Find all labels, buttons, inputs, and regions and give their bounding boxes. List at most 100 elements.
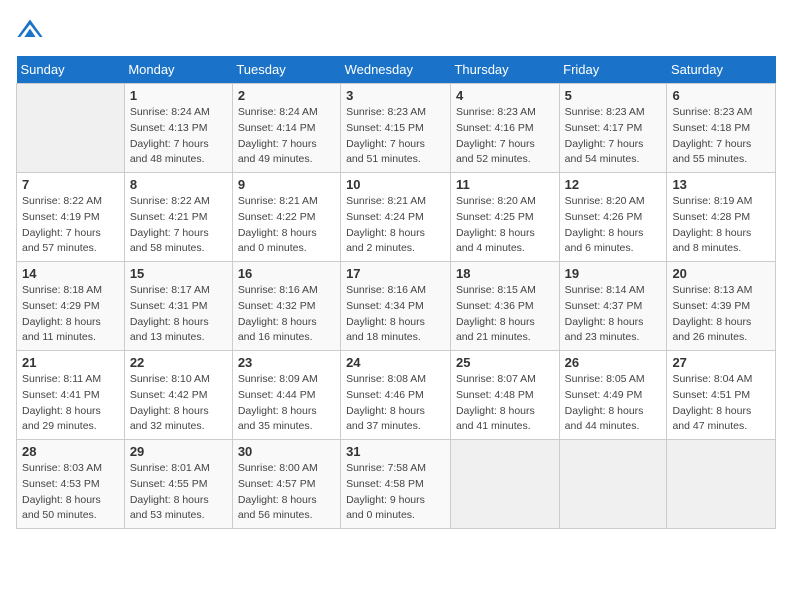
calendar-cell: 30Sunrise: 8:00 AMSunset: 4:57 PMDayligh… xyxy=(232,440,340,529)
calendar-cell: 3 Sunrise: 8:23 AMSunset: 4:15 PMDaylight… xyxy=(341,84,451,173)
day-number: 14 xyxy=(22,266,119,281)
day-info: Sunrise: 8:08 AMSunset: 4:46 PMDaylight:… xyxy=(346,372,445,435)
day-number: 5 xyxy=(565,88,662,103)
day-number: 9 xyxy=(238,177,335,192)
day-number: 16 xyxy=(238,266,335,281)
calendar-cell: 21 Sunrise: 8:11 AMSunset: 4:41 PMDayligh… xyxy=(17,351,125,440)
day-info: Sunrise: 8:11 AMSunset: 4:41 PMDaylight:… xyxy=(22,372,119,435)
day-info: Sunrise: 8:19 AMSunset: 4:28 PMDaylight:… xyxy=(672,194,770,257)
day-info: Sunrise: 8:23 AMSunset: 4:15 PMDaylight:… xyxy=(346,105,445,168)
calendar-cell: 20 Sunrise: 8:13 AMSunset: 4:39 PMDayligh… xyxy=(667,262,776,351)
day-info: Sunrise: 8:05 AMSunset: 4:49 PMDaylight:… xyxy=(565,372,662,435)
day-info: Sunrise: 8:10 AMSunset: 4:42 PMDaylight:… xyxy=(130,372,227,435)
day-info: Sunrise: 8:07 AMSunset: 4:48 PMDaylight:… xyxy=(456,372,554,435)
day-info: Sunrise: 8:22 AMSunset: 4:21 PMDaylight:… xyxy=(130,194,227,257)
calendar-header-wednesday: Wednesday xyxy=(341,56,451,84)
calendar-cell xyxy=(17,84,125,173)
day-number: 15 xyxy=(130,266,227,281)
day-number: 11 xyxy=(456,177,554,192)
day-number: 18 xyxy=(456,266,554,281)
day-info: Sunrise: 8:09 AMSunset: 4:44 PMDaylight:… xyxy=(238,372,335,435)
calendar-cell: 27 Sunrise: 8:04 AMSunset: 4:51 PMDayligh… xyxy=(667,351,776,440)
day-number: 29 xyxy=(130,444,227,459)
day-info: Sunrise: 8:20 AMSunset: 4:26 PMDaylight:… xyxy=(565,194,662,257)
day-number: 19 xyxy=(565,266,662,281)
day-info: Sunrise: 8:21 AMSunset: 4:22 PMDaylight:… xyxy=(238,194,335,257)
calendar-cell: 18 Sunrise: 8:15 AMSunset: 4:36 PMDayligh… xyxy=(450,262,559,351)
day-number: 21 xyxy=(22,355,119,370)
day-number: 28 xyxy=(22,444,119,459)
calendar-cell: 2Sunrise: 8:24 AMSunset: 4:14 PMDaylight… xyxy=(232,84,340,173)
calendar-week-row: 28 Sunrise: 8:03 AMSunset: 4:53 PMDayligh… xyxy=(17,440,776,529)
day-info: Sunrise: 8:18 AMSunset: 4:29 PMDaylight:… xyxy=(22,283,119,346)
day-info: Sunrise: 8:16 AMSunset: 4:34 PMDaylight:… xyxy=(346,283,445,346)
calendar-cell: 28 Sunrise: 8:03 AMSunset: 4:53 PMDayligh… xyxy=(17,440,125,529)
calendar-cell: 7 Sunrise: 8:22 AMSunset: 4:19 PMDaylight… xyxy=(17,173,125,262)
calendar-table: SundayMondayTuesdayWednesdayThursdayFrid… xyxy=(16,56,776,529)
day-info: Sunrise: 8:16 AMSunset: 4:32 PMDaylight:… xyxy=(238,283,335,346)
calendar-cell: 12 Sunrise: 8:20 AMSunset: 4:26 PMDayligh… xyxy=(559,173,667,262)
day-info: Sunrise: 8:23 AMSunset: 4:17 PMDaylight:… xyxy=(565,105,662,168)
day-number: 3 xyxy=(346,88,445,103)
day-info: Sunrise: 8:21 AMSunset: 4:24 PMDaylight:… xyxy=(346,194,445,257)
day-info: Sunrise: 8:14 AMSunset: 4:37 PMDaylight:… xyxy=(565,283,662,346)
calendar-cell: 5 Sunrise: 8:23 AMSunset: 4:17 PMDaylight… xyxy=(559,84,667,173)
day-number: 26 xyxy=(565,355,662,370)
calendar-cell xyxy=(450,440,559,529)
day-number: 4 xyxy=(456,88,554,103)
calendar-cell: 17Sunrise: 8:16 AMSunset: 4:34 PMDayligh… xyxy=(341,262,451,351)
day-info: Sunrise: 8:22 AMSunset: 4:19 PMDaylight:… xyxy=(22,194,119,257)
calendar-header-tuesday: Tuesday xyxy=(232,56,340,84)
logo-icon xyxy=(16,16,44,44)
logo xyxy=(16,16,48,44)
calendar-week-row: 21 Sunrise: 8:11 AMSunset: 4:41 PMDayligh… xyxy=(17,351,776,440)
day-number: 13 xyxy=(672,177,770,192)
calendar-header-row: SundayMondayTuesdayWednesdayThursdayFrid… xyxy=(17,56,776,84)
calendar-cell: 8 Sunrise: 8:22 AMSunset: 4:21 PMDaylight… xyxy=(124,173,232,262)
day-info: Sunrise: 8:20 AMSunset: 4:25 PMDaylight:… xyxy=(456,194,554,257)
day-number: 31 xyxy=(346,444,445,459)
calendar-week-row: 7 Sunrise: 8:22 AMSunset: 4:19 PMDaylight… xyxy=(17,173,776,262)
day-info: Sunrise: 8:24 AMSunset: 4:13 PMDaylight:… xyxy=(130,105,227,168)
calendar-cell: 15 Sunrise: 8:17 AMSunset: 4:31 PMDayligh… xyxy=(124,262,232,351)
day-info: Sunrise: 8:00 AMSunset: 4:57 PMDaylight:… xyxy=(238,461,335,524)
calendar-cell: 25 Sunrise: 8:07 AMSunset: 4:48 PMDayligh… xyxy=(450,351,559,440)
calendar-cell: 1 Sunrise: 8:24 AMSunset: 4:13 PMDaylight… xyxy=(124,84,232,173)
day-info: Sunrise: 8:17 AMSunset: 4:31 PMDaylight:… xyxy=(130,283,227,346)
day-number: 8 xyxy=(130,177,227,192)
calendar-cell: 10 Sunrise: 8:21 AMSunset: 4:24 PMDayligh… xyxy=(341,173,451,262)
calendar-header-sunday: Sunday xyxy=(17,56,125,84)
calendar-header-friday: Friday xyxy=(559,56,667,84)
day-number: 12 xyxy=(565,177,662,192)
calendar-cell: 4Sunrise: 8:23 AMSunset: 4:16 PMDaylight… xyxy=(450,84,559,173)
calendar-cell xyxy=(667,440,776,529)
day-info: Sunrise: 8:13 AMSunset: 4:39 PMDaylight:… xyxy=(672,283,770,346)
calendar-week-row: 1 Sunrise: 8:24 AMSunset: 4:13 PMDaylight… xyxy=(17,84,776,173)
calendar-cell: 13 Sunrise: 8:19 AMSunset: 4:28 PMDayligh… xyxy=(667,173,776,262)
day-info: Sunrise: 8:23 AMSunset: 4:18 PMDaylight:… xyxy=(672,105,770,168)
day-number: 10 xyxy=(346,177,445,192)
day-number: 7 xyxy=(22,177,119,192)
day-info: Sunrise: 8:01 AMSunset: 4:55 PMDaylight:… xyxy=(130,461,227,524)
calendar-header-saturday: Saturday xyxy=(667,56,776,84)
day-number: 1 xyxy=(130,88,227,103)
day-info: Sunrise: 8:15 AMSunset: 4:36 PMDaylight:… xyxy=(456,283,554,346)
calendar-header-monday: Monday xyxy=(124,56,232,84)
calendar-cell: 24 Sunrise: 8:08 AMSunset: 4:46 PMDayligh… xyxy=(341,351,451,440)
day-number: 22 xyxy=(130,355,227,370)
calendar-cell: 19 Sunrise: 8:14 AMSunset: 4:37 PMDayligh… xyxy=(559,262,667,351)
calendar-cell xyxy=(559,440,667,529)
calendar-cell: 22 Sunrise: 8:10 AMSunset: 4:42 PMDayligh… xyxy=(124,351,232,440)
day-number: 27 xyxy=(672,355,770,370)
calendar-cell: 11 Sunrise: 8:20 AMSunset: 4:25 PMDayligh… xyxy=(450,173,559,262)
day-info: Sunrise: 8:04 AMSunset: 4:51 PMDaylight:… xyxy=(672,372,770,435)
calendar-cell: 23 Sunrise: 8:09 AMSunset: 4:44 PMDayligh… xyxy=(232,351,340,440)
day-number: 23 xyxy=(238,355,335,370)
calendar-cell: 9 Sunrise: 8:21 AMSunset: 4:22 PMDaylight… xyxy=(232,173,340,262)
day-number: 24 xyxy=(346,355,445,370)
calendar-cell: 16 Sunrise: 8:16 AMSunset: 4:32 PMDayligh… xyxy=(232,262,340,351)
day-number: 20 xyxy=(672,266,770,281)
calendar-header-thursday: Thursday xyxy=(450,56,559,84)
day-info: Sunrise: 8:03 AMSunset: 4:53 PMDaylight:… xyxy=(22,461,119,524)
day-number: 25 xyxy=(456,355,554,370)
